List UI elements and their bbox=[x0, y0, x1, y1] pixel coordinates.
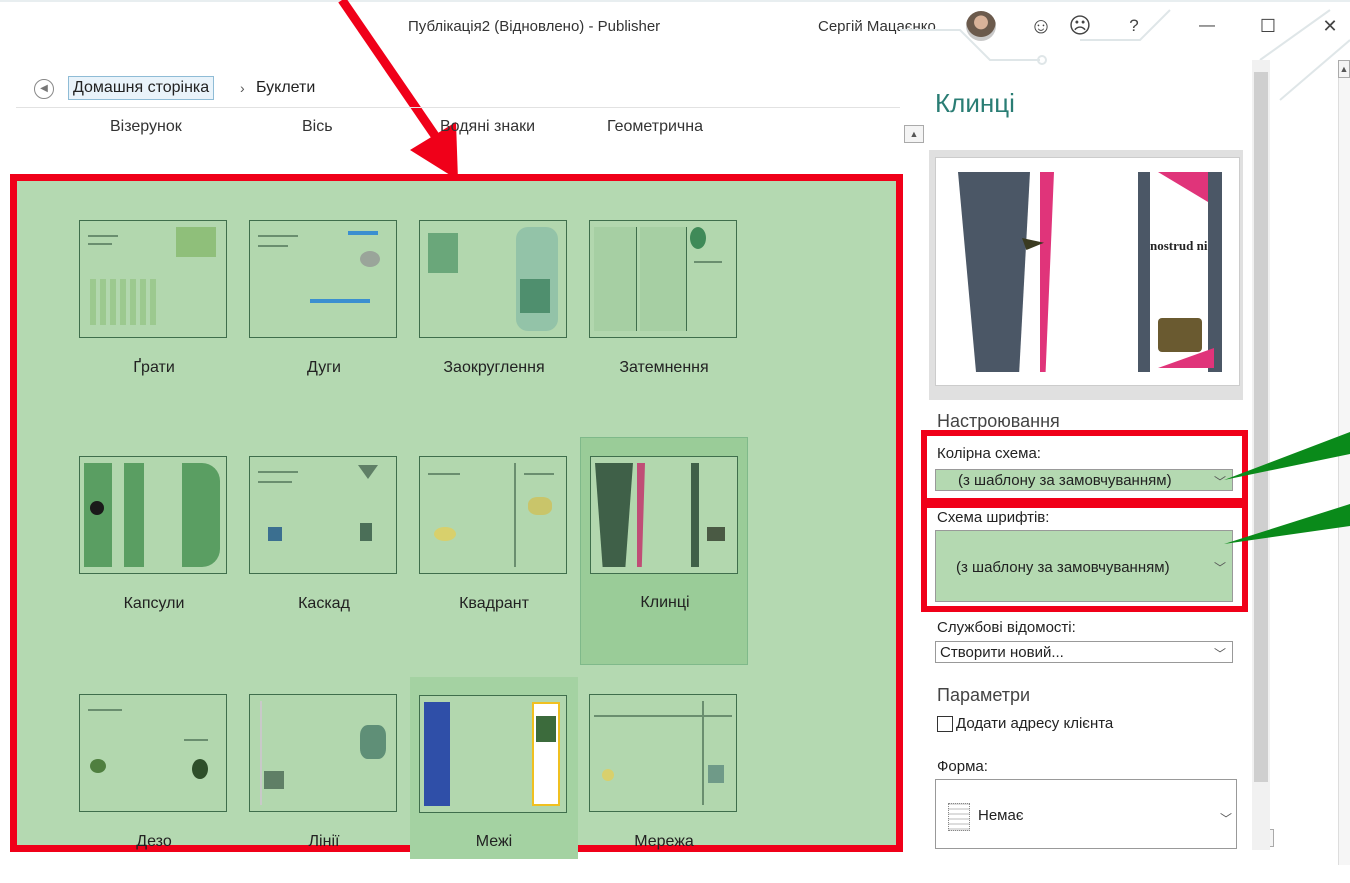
font-scheme-dropdown[interactable]: (з шаблону за замовчуванням) ﹀ bbox=[935, 530, 1233, 602]
business-info-label: Службові відомості: bbox=[937, 619, 1076, 636]
template-thumbnail bbox=[419, 220, 567, 338]
form-label: Форма: bbox=[937, 758, 988, 775]
options-heading: Параметри bbox=[937, 685, 1031, 705]
chevron-down-icon: ﹀ bbox=[1220, 812, 1233, 826]
template-label: Квадрант bbox=[459, 595, 529, 612]
category-heometrychna[interactable]: Геометрична bbox=[607, 118, 703, 136]
form-value: Немає bbox=[978, 807, 1024, 824]
gallery-scrollbar[interactable] bbox=[903, 120, 923, 850]
template-thumbnail bbox=[589, 694, 737, 812]
template-gallery: Ґрати Дуги Заокруглення Затемнення Капсу… bbox=[10, 174, 903, 859]
font-scheme-label: Схема шрифтів: bbox=[937, 509, 1050, 526]
color-scheme-dropdown[interactable]: (з шаблону за замовчуванням) ﹀ bbox=[935, 469, 1233, 491]
scroll-up-arrow-icon[interactable]: ▲ bbox=[904, 125, 924, 143]
far-scroll-up-arrow-icon[interactable]: ▲ bbox=[1338, 60, 1350, 78]
preview-heading: nostrud ni bbox=[1150, 238, 1208, 253]
template-thumbnail bbox=[419, 695, 567, 813]
highlight-color-scheme bbox=[921, 430, 1248, 504]
add-address-checkbox[interactable] bbox=[937, 716, 953, 732]
add-address-label[interactable]: Додати адресу клієнта bbox=[956, 715, 1113, 732]
template-klyntsi[interactable]: Клинці bbox=[580, 437, 748, 665]
template-label: Межі bbox=[475, 833, 513, 850]
breadcrumb-separator: › bbox=[240, 80, 245, 96]
background-decoration bbox=[900, 9, 1350, 101]
template-label: Дезо bbox=[136, 833, 172, 850]
chevron-down-icon: ﹀ bbox=[1213, 647, 1226, 661]
template-label: Затемнення bbox=[619, 359, 709, 376]
business-info-value: Створити новий... bbox=[940, 644, 1064, 661]
preview-page: nostrud ni bbox=[935, 157, 1240, 386]
template-kapsuly[interactable]: Капсули bbox=[70, 417, 238, 645]
template-kvadrant[interactable]: Квадрант bbox=[410, 417, 578, 645]
chevron-down-icon: ﹀ bbox=[1213, 561, 1226, 575]
template-thumbnail bbox=[589, 220, 737, 338]
business-info-dropdown[interactable]: Створити новий... ﹀ bbox=[935, 641, 1233, 663]
template-kaskad[interactable]: Каскад bbox=[240, 417, 408, 645]
annotation-arrow-red bbox=[338, 0, 458, 180]
template-label: Клинці bbox=[640, 594, 690, 611]
annotation-arrows-green bbox=[1224, 432, 1350, 544]
color-scheme-label: Колірна схема: bbox=[937, 445, 1041, 462]
template-mezhi[interactable]: Межі bbox=[410, 677, 578, 859]
template-thumbnail bbox=[590, 456, 738, 574]
breadcrumb-home[interactable]: Домашня сторінка bbox=[68, 76, 215, 100]
breadcrumb-current: Буклети bbox=[256, 79, 316, 96]
template-zatemnennia[interactable]: Затемнення bbox=[580, 181, 748, 409]
template-thumbnail bbox=[249, 694, 397, 812]
template-label: Каскад bbox=[298, 595, 350, 612]
template-label: Дуги bbox=[307, 359, 341, 376]
template-thumbnail bbox=[79, 456, 227, 574]
template-label: Лінії bbox=[308, 833, 340, 850]
template-thumbnail bbox=[249, 220, 397, 338]
template-duhy[interactable]: Дуги bbox=[240, 181, 408, 409]
template-thumbnail bbox=[419, 456, 567, 574]
customize-heading: Настроювання bbox=[937, 411, 1060, 431]
template-merezha[interactable]: Мережа bbox=[580, 655, 748, 883]
panel-title: Клинці bbox=[935, 88, 1015, 118]
template-label: Капсули bbox=[123, 595, 185, 612]
template-linii[interactable]: Лінії bbox=[240, 655, 408, 883]
template-thumbnail bbox=[79, 694, 227, 812]
template-label: Ґрати bbox=[133, 359, 175, 376]
form-grid-icon bbox=[948, 803, 970, 831]
template-zaokruhlennia[interactable]: Заокруглення bbox=[410, 181, 578, 409]
font-scheme-value: (з шаблону за замовчуванням) bbox=[956, 559, 1170, 576]
template-thumbnail bbox=[249, 456, 397, 574]
template-label: Мережа bbox=[634, 833, 694, 850]
template-label: Заокруглення bbox=[443, 359, 545, 376]
category-vizerunok[interactable]: Візерунок bbox=[110, 118, 182, 136]
template-dezo[interactable]: Дезо bbox=[70, 655, 238, 883]
category-vis[interactable]: Вісь bbox=[302, 118, 333, 136]
breadcrumb-divider bbox=[16, 107, 900, 108]
template-thumbnail bbox=[79, 220, 227, 338]
color-scheme-value: (з шаблону за замовчуванням) bbox=[958, 472, 1172, 489]
back-button[interactable]: ◀ bbox=[34, 79, 54, 99]
category-vodiani-znaky[interactable]: Водяні знаки bbox=[440, 118, 535, 136]
template-hraty[interactable]: Ґрати bbox=[70, 181, 238, 409]
